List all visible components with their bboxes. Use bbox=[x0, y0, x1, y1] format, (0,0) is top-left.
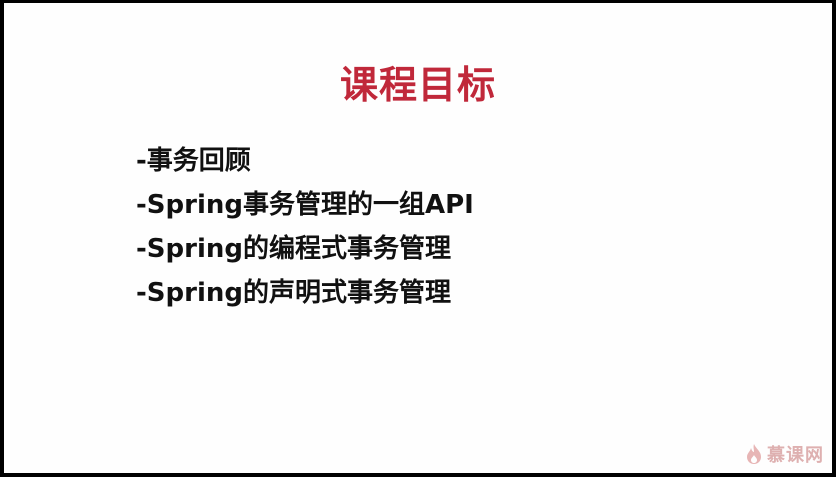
video-frame: 课程目标 -事务回顾 -Spring事务管理的一组API -Spring的编程式… bbox=[0, 0, 836, 477]
imooc-watermark: 慕课网 bbox=[745, 441, 824, 467]
list-item: -Spring的声明式事务管理 bbox=[136, 278, 451, 308]
list-item: -事务回顾 bbox=[136, 146, 251, 176]
list-item: -Spring的编程式事务管理 bbox=[136, 234, 451, 264]
flame-logo-icon bbox=[747, 444, 761, 464]
course-goals-list: -事务回顾 -Spring事务管理的一组API -Spring的编程式事务管理 … bbox=[136, 139, 474, 315]
watermark-text: 慕课网 bbox=[767, 445, 824, 466]
list-item: -Spring事务管理的一组API bbox=[136, 190, 474, 220]
slide-title: 课程目标 bbox=[339, 63, 496, 107]
presentation-slide: 课程目标 -事务回顾 -Spring事务管理的一组API -Spring的编程式… bbox=[4, 3, 832, 473]
